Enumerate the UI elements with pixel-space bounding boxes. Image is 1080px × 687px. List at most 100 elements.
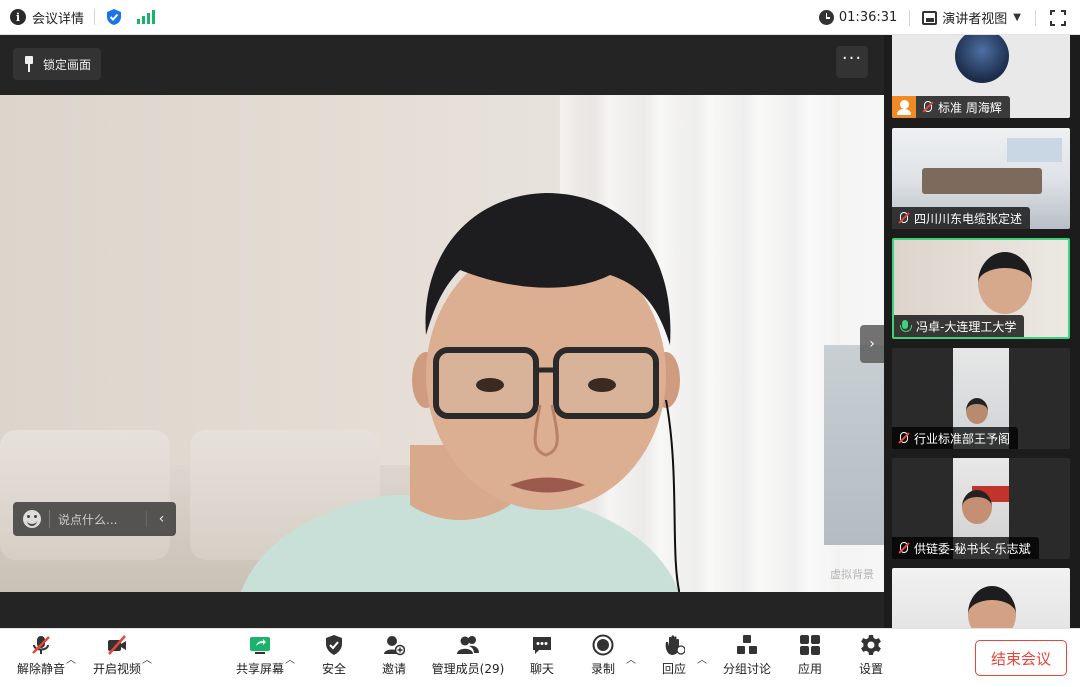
- view-mode-dropdown[interactable]: 演讲者视图 ▼: [922, 8, 1021, 27]
- more-options-button[interactable]: ···: [836, 46, 868, 78]
- invite-button[interactable]: 邀请: [374, 634, 414, 684]
- manage-members-button[interactable]: 管理成员(29): [430, 634, 506, 684]
- chevron-up-icon[interactable]: ︿: [142, 651, 152, 666]
- divider: [94, 9, 96, 25]
- divider: [1035, 9, 1036, 26]
- security-label: 安全: [321, 662, 346, 676]
- divider: [909, 9, 911, 26]
- apps-button[interactable]: 应用: [790, 634, 830, 684]
- record-label: 录制: [590, 662, 615, 676]
- mic-muted-icon: [896, 541, 910, 555]
- lock-view-button[interactable]: 锁定画面: [13, 48, 102, 80]
- shield-check-icon: [326, 635, 342, 655]
- apps-label: 应用: [797, 662, 822, 676]
- chevron-up-icon[interactable]: ︿: [626, 651, 636, 666]
- pin-icon: [23, 56, 35, 72]
- host-icon: [892, 96, 916, 118]
- share-screen-icon: [250, 637, 270, 654]
- security-button[interactable]: 安全: [314, 634, 354, 684]
- participant-tile[interactable]: [892, 568, 1070, 628]
- mic-muted-icon: [32, 636, 50, 654]
- start-video-button[interactable]: 开启视频: [90, 634, 144, 684]
- react-button[interactable]: 回应: [654, 634, 694, 684]
- react-label: 回应: [661, 662, 686, 676]
- info-icon[interactable]: i: [10, 9, 26, 25]
- participant-label: 冯卓-大连理工大学: [894, 315, 1025, 337]
- end-meeting-button[interactable]: 结束会议: [975, 640, 1067, 676]
- breakout-rooms-button[interactable]: 分组讨论: [719, 634, 775, 684]
- meeting-toolbar: 解除静音 ︿ 开启视频 ︿ 共享屏幕 ︿ 安全 邀请 管理成员(29) 聊天 录…: [0, 628, 1080, 687]
- video-off-icon: [108, 635, 126, 655]
- unmute-label: 解除静音: [16, 662, 65, 676]
- network-signal-icon[interactable]: [137, 10, 156, 24]
- participant-face: [978, 252, 1032, 314]
- apps-grid-icon: [800, 635, 820, 655]
- chevron-up-icon[interactable]: ︿: [697, 651, 707, 666]
- mic-muted-icon: [896, 431, 910, 445]
- settings-label: 设置: [858, 662, 883, 676]
- chat-icon: [533, 637, 551, 654]
- participant-gallery: 标准 周海辉 四川川东电缆张定述 冯卓-大连理工大学 行业标准部王予阁 供链委-…: [884, 35, 1080, 628]
- record-button[interactable]: 录制: [583, 634, 623, 684]
- chat-label: 聊天: [529, 662, 554, 676]
- participant-avatar: [955, 35, 1009, 83]
- participant-label: 行业标准部王予阁: [892, 427, 1019, 449]
- window-background: [824, 345, 884, 545]
- participant-face: [968, 586, 1016, 628]
- top-bar: i 会议详情 01:36:31 演讲者视图 ▼: [0, 0, 1080, 35]
- quick-chat-input[interactable]: 说点什么... ‹: [13, 502, 176, 536]
- participant-tile[interactable]: 行业标准部王予阁: [892, 348, 1070, 449]
- fullscreen-icon[interactable]: [1050, 9, 1066, 26]
- main-video-area: 锁定画面 ··· 虚拟背景 说点什么... ‹ ›: [0, 35, 884, 628]
- share-screen-label: 共享屏幕: [235, 662, 284, 676]
- share-screen-button[interactable]: 共享屏幕: [233, 634, 287, 684]
- participant-label: 四川川东电缆张定述: [892, 207, 1031, 229]
- speaker-view-icon: [922, 10, 938, 25]
- participant-name: 行业标准部王予阁: [914, 431, 1011, 446]
- mic-active-icon: [898, 319, 912, 333]
- view-mode-label: 演讲者视图: [942, 12, 1008, 27]
- breakout-rooms-icon: [737, 635, 757, 654]
- record-icon: [592, 634, 614, 656]
- clock-icon: [818, 10, 834, 25]
- cushion-background: [0, 430, 170, 560]
- conference-room-screen: [1007, 138, 1062, 162]
- speaker-figure: [241, 193, 680, 592]
- chevron-left-icon[interactable]: ‹: [146, 511, 176, 527]
- mic-muted-icon: [920, 100, 934, 114]
- participant-name: 四川川东电缆张定述: [914, 211, 1023, 226]
- participant-name: 供链委-秘书长-乐志斌: [914, 541, 1031, 556]
- unmute-button[interactable]: 解除静音: [14, 634, 68, 684]
- chat-placeholder: 说点什么...: [58, 512, 118, 527]
- chevron-up-icon[interactable]: ︿: [285, 651, 295, 666]
- participant-tile[interactable]: 供链委-秘书长-乐志斌: [892, 458, 1070, 559]
- lock-view-label: 锁定画面: [43, 57, 92, 72]
- participant-label: 标准 周海辉: [916, 96, 1010, 118]
- participant-name: 标准 周海辉: [938, 100, 1002, 115]
- breakout-rooms-label: 分组讨论: [722, 662, 771, 676]
- conference-room-video: [922, 168, 1042, 194]
- participant-face: [966, 398, 988, 424]
- shield-check-icon[interactable]: [105, 8, 123, 26]
- chevron-up-icon[interactable]: ︿: [66, 651, 76, 666]
- gear-icon: [861, 635, 881, 655]
- virtual-background-label: 虚拟背景: [830, 568, 874, 581]
- participant-tile[interactable]: 四川川东电缆张定述: [892, 128, 1070, 229]
- chevron-down-icon: ▼: [1013, 12, 1021, 23]
- meeting-timer: 01:36:31: [838, 10, 898, 25]
- chevron-right-icon[interactable]: ›: [860, 325, 884, 363]
- start-video-label: 开启视频: [92, 662, 141, 676]
- participant-face: [962, 490, 992, 524]
- manage-members-label: 管理成员(29): [431, 662, 505, 676]
- meeting-details-link[interactable]: 会议详情: [32, 8, 84, 27]
- participant-name: 冯卓-大连理工大学: [916, 319, 1017, 334]
- chat-button[interactable]: 聊天: [522, 634, 562, 684]
- hand-wave-icon: [665, 635, 685, 655]
- emoji-icon[interactable]: [23, 510, 41, 528]
- participant-label: 供链委-秘书长-乐志斌: [892, 537, 1039, 559]
- participant-tile[interactable]: 标准 周海辉: [892, 35, 1070, 118]
- invite-label: 邀请: [381, 662, 406, 676]
- participant-tile-active[interactable]: 冯卓-大连理工大学: [892, 238, 1070, 339]
- settings-button[interactable]: 设置: [851, 634, 891, 684]
- mic-muted-icon: [896, 211, 910, 225]
